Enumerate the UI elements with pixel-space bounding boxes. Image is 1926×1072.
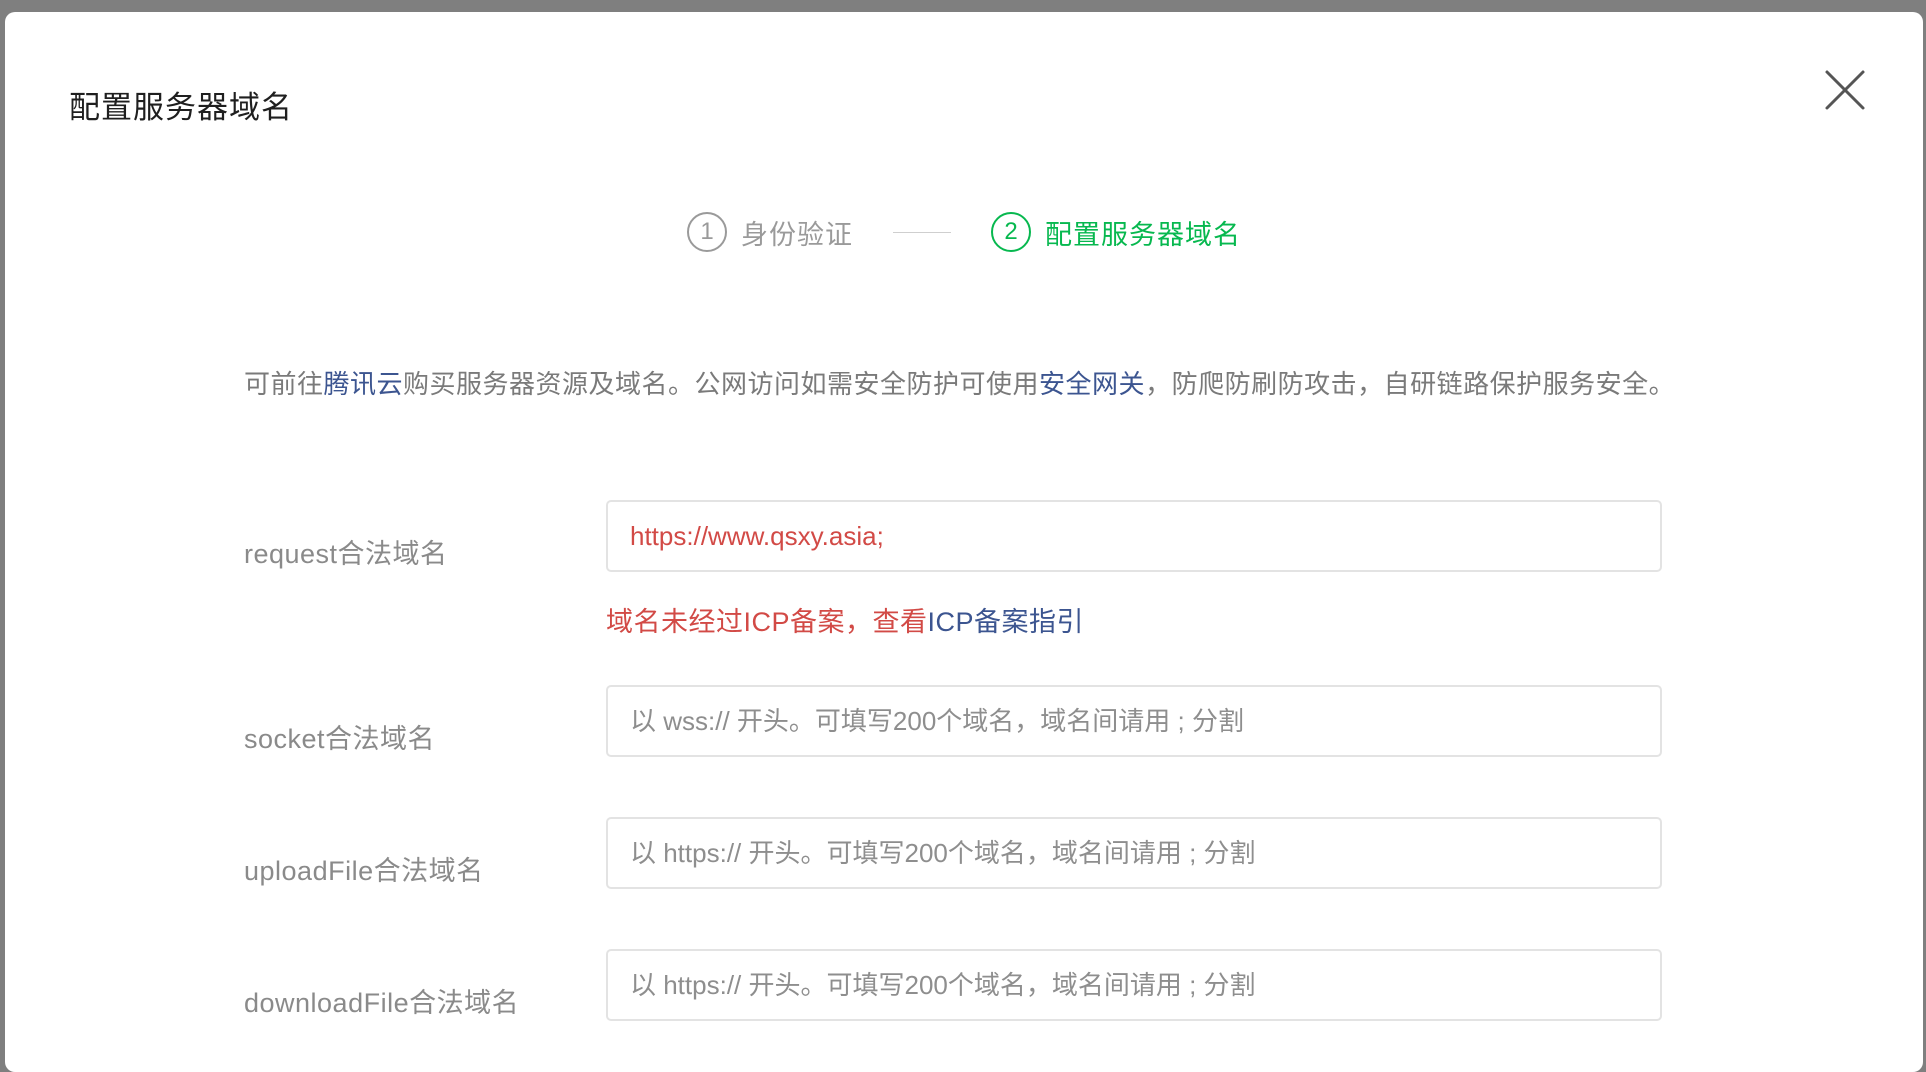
upload-file-domain-label: uploadFile合法域名 xyxy=(244,856,484,886)
icp-guide-link[interactable]: ICP备案指引 xyxy=(928,607,1085,637)
intro-text: 可前往腾讯云购买服务器资源及域名。公网访问如需安全防护可使用安全网关，防爬防刷防… xyxy=(244,362,1684,407)
backdrop-edge xyxy=(0,0,5,1050)
stepper: 1 身份验证 2 配置服务器域名 xyxy=(5,212,1923,252)
request-domain-input[interactable] xyxy=(606,500,1662,572)
intro-part: 可前往 xyxy=(244,369,324,399)
intro-part: ，防爬防刷防攻击，自研链路保护服务安全。 xyxy=(1145,369,1676,399)
download-file-domain-input[interactable] xyxy=(606,949,1662,1021)
step-number: 1 xyxy=(687,212,727,252)
tencent-cloud-link[interactable]: 腾讯云 xyxy=(324,369,404,399)
step-number: 2 xyxy=(991,212,1031,252)
step-label: 身份验证 xyxy=(741,219,853,250)
download-file-domain-label: downloadFile合法域名 xyxy=(244,988,520,1018)
step-configure-domain: 2 配置服务器域名 xyxy=(991,212,1241,252)
close-icon xyxy=(1825,70,1865,110)
error-message: 域名未经过ICP备案，查看 xyxy=(606,607,928,637)
security-gateway-link[interactable]: 安全网关 xyxy=(1039,369,1145,399)
step-identity-verification: 1 身份验证 xyxy=(687,212,853,252)
socket-domain-input[interactable] xyxy=(606,685,1662,757)
dialog-title: 配置服务器域名 xyxy=(69,90,293,125)
close-button[interactable] xyxy=(1817,62,1873,118)
socket-domain-label: socket合法域名 xyxy=(244,724,436,754)
request-domain-label: request合法域名 xyxy=(244,539,448,569)
step-label: 配置服务器域名 xyxy=(1045,219,1241,250)
upload-file-domain-input[interactable] xyxy=(606,817,1662,889)
configure-domain-dialog: 配置服务器域名 1 身份验证 2 配置服务器域名 可前往腾讯云购买服务器资源及域… xyxy=(5,12,1923,1072)
request-domain-error: 域名未经过ICP备案，查看ICP备案指引 xyxy=(606,600,1084,639)
intro-part: 购买服务器资源及域名。公网访问如需安全防护可使用 xyxy=(403,369,1040,399)
step-connector xyxy=(893,231,951,233)
